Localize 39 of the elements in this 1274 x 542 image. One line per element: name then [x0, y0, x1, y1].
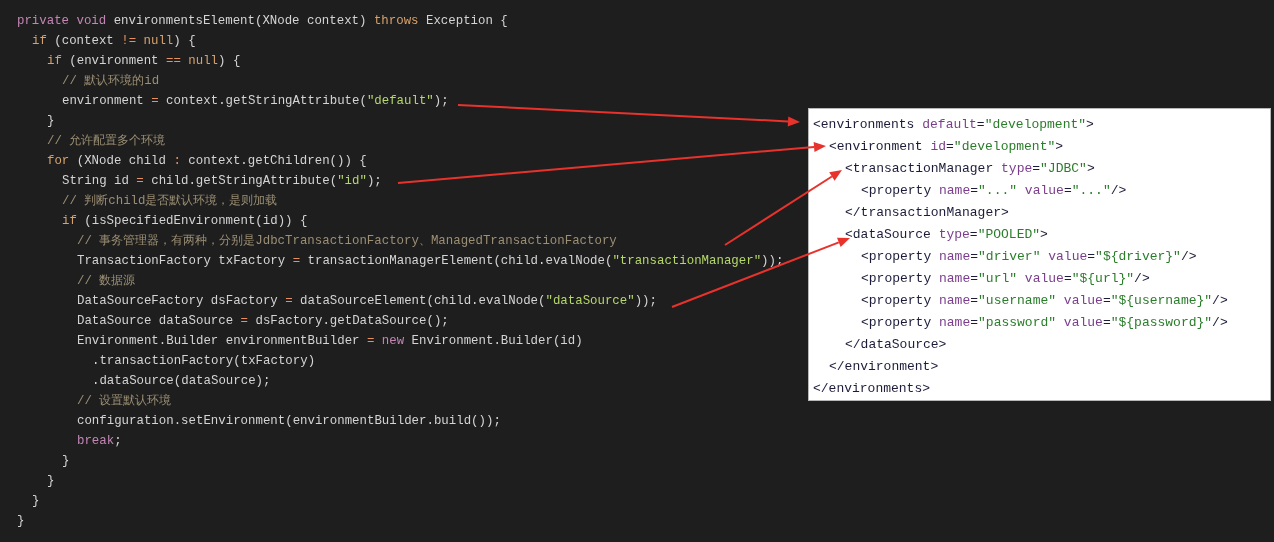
xml-line: <property name="..." value="..."/> [861, 182, 1127, 201]
xml-line: <environments default="development"> [813, 116, 1094, 135]
xml-line: <transactionManager type="JDBC"> [845, 160, 1095, 179]
code-line: String id = child.getStringAttribute("id"); [62, 172, 382, 190]
code-line: // 设置默认环境 [77, 392, 172, 410]
code-line: .transactionFactory(txFactory) [92, 352, 316, 370]
xml-line: <property name="driver" value="${driver}"/> [861, 248, 1197, 267]
code-line: // 判断child是否默认环境，是则加载 [62, 192, 278, 210]
xml-line: <property name="url" value="${url}"/> [861, 270, 1150, 289]
code-line: DataSourceFactory dsFactory = dataSourceElement(child.evalNode("dataSource")); [77, 292, 657, 310]
code-line: // 事务管理器，有两种，分别是JdbcTransactionFactory、ManagedTransactionFactory [77, 232, 617, 250]
code-line: if (environment == null) { [47, 52, 241, 70]
code-line: configuration.setEnvironment(environmentBuilder.build()); [77, 412, 501, 430]
code-line: // 默认环境的id [62, 72, 160, 90]
code-line: Environment.Builder environmentBuilder = new Environment.Builder(id) [77, 332, 583, 350]
xml-line: <property name="username" value="${username}"/> [861, 292, 1228, 311]
xml-line: <property name="password" value="${password}"/> [861, 314, 1228, 333]
code-line: // 允许配置多个环境 [47, 132, 166, 150]
code-line: } [47, 112, 55, 130]
code-line: break; [77, 432, 122, 450]
code-line: } [62, 452, 70, 470]
code-line: if (context != null) { [32, 32, 196, 50]
code-line: DataSource dataSource = dsFactory.getDataSource(); [77, 312, 449, 330]
code-line: environment = context.getStringAttribute("default"); [62, 92, 449, 110]
code-line: for (XNode child : context.getChildren()) { [47, 152, 367, 170]
code-line: .dataSource(dataSource); [92, 372, 271, 390]
code-line: TransactionFactory txFactory = transactionManagerElement(child.evalNode("transactionManager")); [77, 252, 784, 270]
code-line: if (isSpecifiedEnvironment(id)) { [62, 212, 308, 230]
code-line: // 数据源 [77, 272, 136, 290]
code-line: } [32, 492, 40, 510]
code-line: private void environmentsElement(XNode context) throws Exception { [17, 12, 508, 30]
xml-line: </transactionManager> [845, 204, 1009, 223]
xml-line: </environment> [829, 358, 939, 377]
xml-line: </dataSource> [845, 336, 947, 355]
code-line: } [47, 472, 55, 490]
xml-line: </environments> [813, 380, 931, 399]
code-line: } [17, 512, 25, 530]
xml-line: <dataSource type="POOLED"> [845, 226, 1048, 245]
xml-line: <environment id="development"> [829, 138, 1064, 157]
